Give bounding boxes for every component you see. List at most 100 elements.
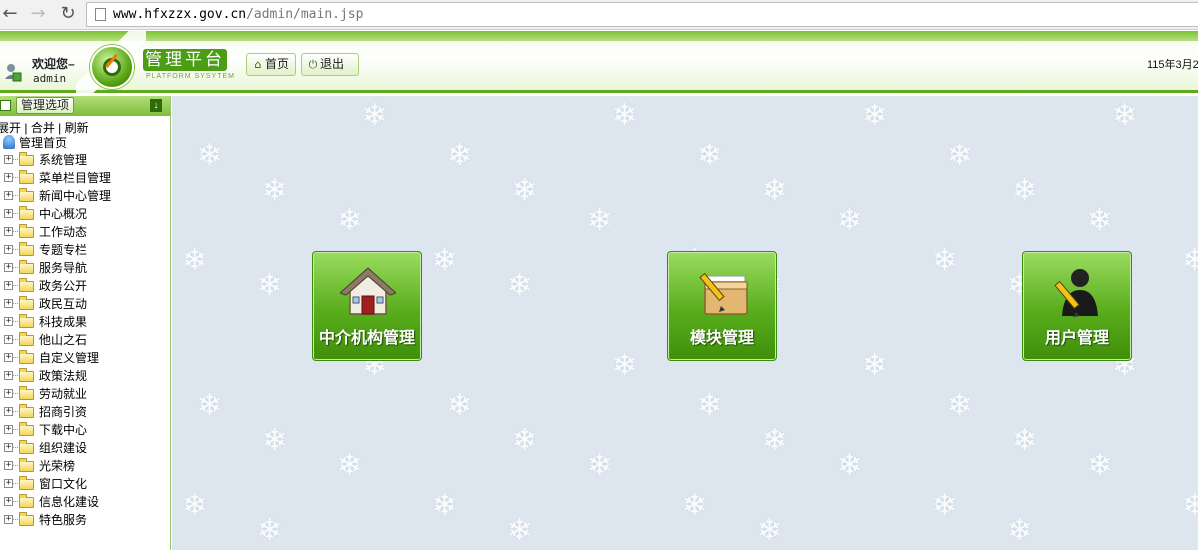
snowflake-icon: ❄ [1087, 448, 1113, 483]
exit-button[interactable]: ⏻ 退出 [301, 53, 359, 76]
expand-plus-icon[interactable]: + [4, 209, 13, 218]
snowflake-icon: ❄ [587, 448, 613, 483]
user-icon [5, 64, 22, 82]
url-text[interactable]: www.hfxzzx.gov.cn/admin/main.jsp [113, 7, 363, 22]
expand-plus-icon[interactable]: + [4, 389, 13, 398]
snowflake-icon: ❄ [762, 173, 788, 208]
snowflake-icon: ❄ [432, 488, 458, 523]
expand-plus-icon[interactable]: + [4, 245, 13, 254]
address-bar[interactable]: www.hfxzzx.gov.cn/admin/main.jsp [86, 2, 1198, 27]
tile-module-management[interactable]: 模块管理 [667, 251, 777, 361]
tree-item[interactable]: + 自定义管理 [0, 349, 170, 367]
folder-icon [19, 368, 34, 382]
platform-logo-icon [90, 45, 134, 89]
tree-item[interactable]: + 劳动就业 [0, 385, 170, 403]
snowflake-icon: ❄ [757, 513, 783, 548]
tree-root-label: 管理首页 [19, 136, 68, 150]
expand-plus-icon[interactable]: + [4, 461, 13, 470]
expand-plus-icon[interactable]: + [4, 281, 13, 290]
tree-item-label: 光荣榜 [39, 459, 76, 473]
tree-item[interactable]: + 光荣榜 [0, 457, 170, 475]
tree-item-label: 专题专栏 [39, 243, 88, 257]
snowflake-icon: ❄ [1112, 98, 1138, 133]
folder-icon [19, 296, 34, 310]
tree-item-label: 政民互动 [39, 297, 88, 311]
tree-item[interactable]: + 工作动态 [0, 223, 170, 241]
tree-item-label: 劳动就业 [39, 387, 88, 401]
tree-root[interactable]: 管理首页 [3, 134, 67, 151]
expand-plus-icon[interactable]: + [4, 173, 13, 182]
expand-plus-icon[interactable]: + [4, 371, 13, 380]
expand-plus-icon[interactable]: + [4, 497, 13, 506]
expand-link[interactable]: 展开 [0, 121, 21, 135]
welcome-text: 欢迎您– [32, 57, 75, 71]
tree-item[interactable]: + 特色服务 [0, 511, 170, 529]
snowflake-icon: ❄ [947, 388, 973, 423]
sidebar-title: 管理选项 [16, 97, 75, 114]
tree-item[interactable]: + 组织建设 [0, 439, 170, 457]
tree-item-label: 窗口文化 [39, 477, 88, 491]
expand-plus-icon[interactable]: + [4, 515, 13, 524]
snowflake-icon: ❄ [507, 513, 533, 548]
back-arrow-icon[interactable]: ← [0, 4, 20, 24]
expand-plus-icon[interactable]: + [4, 155, 13, 164]
tree-item[interactable]: + 菜单栏目管理 [0, 169, 170, 187]
snowflake-icon: ❄ [257, 513, 283, 548]
snowflake-icon: ❄ [432, 243, 458, 278]
tree-item[interactable]: + 信息化建设 [0, 493, 170, 511]
snowflake-icon: ❄ [1012, 423, 1038, 458]
snowflake-icon: ❄ [837, 203, 863, 238]
tree-item-label: 特色服务 [39, 513, 88, 527]
tile-agency-management[interactable]: 中介机构管理 [312, 251, 422, 361]
folder-icon [19, 314, 34, 328]
tile-user-management[interactable]: 用户管理 [1022, 251, 1132, 361]
expand-plus-icon[interactable]: + [4, 335, 13, 344]
snowflake-icon: ❄ [182, 243, 208, 278]
expand-plus-icon[interactable]: + [4, 317, 13, 326]
home-button[interactable]: ⌂ 首页 [246, 53, 296, 76]
expand-plus-icon[interactable]: + [4, 479, 13, 488]
tree-item[interactable]: + 招商引资 [0, 403, 170, 421]
expand-plus-icon[interactable]: + [4, 263, 13, 272]
expand-plus-icon[interactable]: + [4, 227, 13, 236]
url-path: /admin/main.jsp [246, 7, 364, 22]
refresh-link[interactable]: 刷新 [65, 121, 89, 135]
action-separator: | [21, 121, 31, 135]
snowflake-icon: ❄ [862, 348, 888, 383]
folder-icon [19, 188, 34, 202]
tree-item[interactable]: + 服务导航 [0, 259, 170, 277]
snowflake-icon: ❄ [697, 388, 723, 423]
folder-icon [19, 386, 34, 400]
expand-plus-icon[interactable]: + [4, 353, 13, 362]
snowflake-icon: ❄ [862, 98, 888, 133]
tree-item[interactable]: + 政策法规 [0, 367, 170, 385]
tree-item[interactable]: + 中心概况 [0, 205, 170, 223]
expand-plus-icon[interactable]: + [4, 443, 13, 452]
platform-subtitle: PLATFORM SYSYTEM [146, 73, 235, 80]
tree-item[interactable]: + 窗口文化 [0, 475, 170, 493]
tree-item[interactable]: + 政务公开 [0, 277, 170, 295]
folder-icon [19, 512, 34, 526]
snowflake-icon: ❄ [362, 98, 388, 133]
tree-item[interactable]: + 政民互动 [0, 295, 170, 313]
tree-item[interactable]: + 系统管理 [0, 151, 170, 169]
collapse-arrow-icon[interactable]: ↓ [150, 99, 162, 112]
merge-link[interactable]: 合并 [31, 121, 55, 135]
expand-plus-icon[interactable]: + [4, 191, 13, 200]
tree-item-label: 组织建设 [39, 441, 88, 455]
snowflake-icon: ❄ [507, 268, 533, 303]
snowflake-icon: ❄ [697, 138, 723, 173]
expand-plus-icon[interactable]: + [4, 299, 13, 308]
exit-button-label: 退出 [320, 57, 345, 71]
reload-icon[interactable]: ↻ [58, 4, 78, 24]
forward-arrow-icon[interactable]: → [28, 4, 48, 24]
tree-item-label: 招商引资 [39, 405, 88, 419]
tree-item[interactable]: + 科技成果 [0, 313, 170, 331]
expand-plus-icon[interactable]: + [4, 407, 13, 416]
expand-plus-icon[interactable]: + [4, 425, 13, 434]
tree-item[interactable]: + 下载中心 [0, 421, 170, 439]
tree-item[interactable]: + 新闻中心管理 [0, 187, 170, 205]
home-icon: ⌂ [254, 58, 262, 71]
tree-item[interactable]: + 专题专栏 [0, 241, 170, 259]
tree-item[interactable]: + 他山之石 [0, 331, 170, 349]
